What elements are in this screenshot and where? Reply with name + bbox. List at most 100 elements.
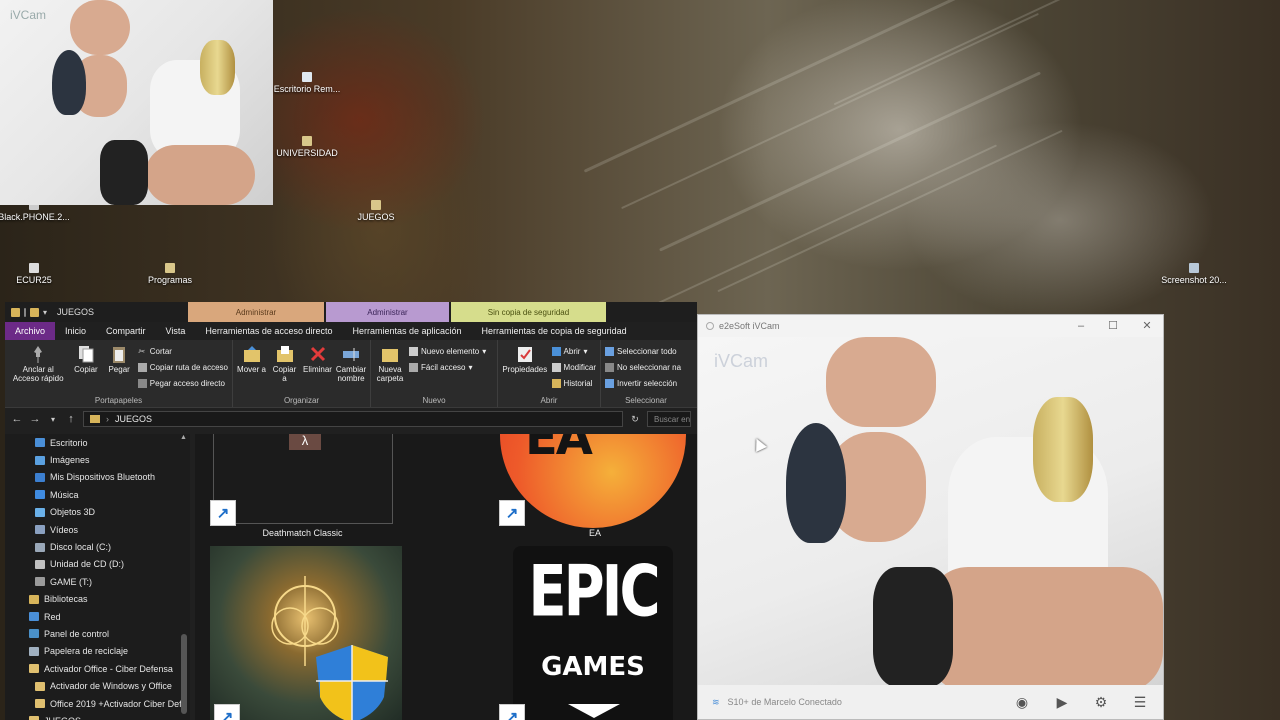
menu-icon[interactable]: ☰ [1131, 693, 1149, 711]
tile-ea[interactable]: EA ↗ EA [495, 434, 695, 540]
copy-path-button[interactable]: Copiar ruta de acceso [137, 360, 228, 374]
nav-item[interactable]: Disco local (C:) [5, 538, 190, 555]
tab-herramientas-copia[interactable]: Herramientas de copia de seguridad [472, 322, 637, 340]
nav-item-icon [29, 629, 39, 639]
delete-button[interactable]: Eliminar [303, 344, 332, 395]
nav-item-icon [29, 716, 39, 720]
nav-scrollbar[interactable]: ▲ [180, 434, 188, 720]
search-input[interactable]: Buscar en JUEGOS [647, 411, 691, 427]
minimize-button[interactable]: – [1066, 317, 1096, 335]
invert-selection-button[interactable]: Invertir selección [605, 376, 681, 390]
select-all-button[interactable]: Seleccionar todo [605, 344, 681, 358]
nav-item[interactable]: Imágenes [5, 451, 190, 468]
desktop-icon-programas[interactable]: Programas [128, 263, 212, 285]
scroll-thumb[interactable] [181, 634, 187, 714]
nav-item[interactable]: JUEGOS [5, 712, 190, 720]
tile-label: Deathmatch Classic [262, 528, 343, 538]
back-arrow-icon[interactable]: ← [11, 413, 23, 425]
forward-arrow-icon[interactable]: → [29, 413, 41, 425]
desktop-icon-ecur25[interactable]: ECUR25 [0, 263, 76, 285]
gear-icon[interactable]: ⚙ [1092, 693, 1110, 711]
tile-deathmatch-classic[interactable]: λ ↗ Deathmatch Classic [210, 434, 395, 540]
rename-icon [343, 348, 359, 361]
cut-button[interactable]: ✂ Cortar [138, 344, 228, 358]
properties-icon[interactable] [11, 307, 20, 317]
scissors-icon: ✂ [137, 346, 145, 356]
edit-button[interactable]: Modificar [551, 360, 596, 374]
tile-elden-ring[interactable]: ↗ [210, 546, 402, 720]
quick-access-toolbar: ▾ [5, 307, 51, 317]
nav-item[interactable]: Mis Dispositivos Bluetooth [5, 469, 190, 486]
recent-chevron-icon[interactable]: ▾ [47, 415, 59, 424]
nav-item-icon [35, 472, 45, 482]
close-button[interactable]: ✕ [1132, 317, 1162, 335]
folder-icon [302, 136, 312, 146]
nav-item-label: Bibliotecas [44, 594, 88, 605]
nav-item-label: Disco local (C:) [50, 542, 112, 553]
easy-access-button[interactable]: Fácil acceso ▾ [409, 360, 486, 374]
nav-item[interactable]: Vídeos [5, 521, 190, 538]
breadcrumb-juegos[interactable]: JUEGOS [115, 414, 152, 424]
new-folder-button[interactable]: Nueva carpeta [375, 344, 405, 395]
nav-item[interactable]: Activador de Windows y Office [5, 677, 190, 694]
paste-shortcut-icon [137, 378, 147, 388]
scroll-up-icon[interactable]: ▲ [180, 434, 187, 441]
maximize-button[interactable]: ☐ [1098, 317, 1128, 335]
context-tab-administrar-1[interactable]: Administrar [188, 302, 324, 322]
video-record-icon[interactable]: ▶ [1053, 693, 1071, 711]
move-to-button[interactable]: Mover a [237, 344, 266, 395]
nav-item-label: Papelera de reciclaje [44, 646, 129, 657]
tab-archivo[interactable]: Archivo [5, 322, 56, 340]
new-folder-icon[interactable] [30, 307, 39, 317]
nav-item[interactable]: Activador Office - Ciber Defensa [5, 660, 190, 677]
refresh-icon[interactable]: ↻ [629, 414, 641, 425]
content-pane: λ ↗ Deathmatch Classic EA ↗ EA ↗ EPIC GA… [195, 434, 697, 720]
tile-epic-games[interactable]: EPIC GAMES ↗ [495, 546, 695, 720]
context-tab-backup[interactable]: Sin copia de seguridad [451, 302, 606, 322]
new-folder-icon [382, 349, 398, 362]
desktop-icon-juegos[interactable]: JUEGOS [334, 200, 418, 222]
tab-herramientas-acceso[interactable]: Herramientas de acceso directo [195, 322, 342, 340]
nav-item[interactable]: Red [5, 608, 190, 625]
select-none-button[interactable]: No seleccionar na [605, 360, 681, 374]
camera-icon[interactable]: ◉ [1013, 693, 1031, 711]
tab-inicio[interactable]: Inicio [55, 322, 96, 340]
new-item-button[interactable]: Nuevo elemento ▾ [409, 344, 486, 358]
address-path[interactable]: › JUEGOS [83, 411, 623, 427]
desktop-icon-screenshot[interactable]: Screenshot 20... [1152, 263, 1236, 285]
tab-compartir[interactable]: Compartir [96, 322, 156, 340]
nav-item[interactable]: Panel de control [5, 625, 190, 642]
paste-button[interactable]: Pegar [105, 344, 134, 395]
history-button[interactable]: Historial [551, 376, 596, 390]
folder-icon[interactable] [24, 307, 26, 317]
rename-button[interactable]: Cambiar nombre [336, 344, 366, 395]
nav-item[interactable]: Papelera de reciclaje [5, 643, 190, 660]
context-tab-administrar-2[interactable]: Administrar [326, 302, 449, 322]
pin-quick-access-button[interactable]: Anclar al Acceso rápido [9, 344, 67, 395]
chevron-down-icon[interactable]: ▾ [43, 308, 51, 317]
paste-shortcut-button[interactable]: Pegar acceso directo [137, 376, 228, 390]
copy-button[interactable]: Copiar [71, 344, 100, 395]
camera-feed[interactable]: iVCam [698, 337, 1163, 687]
properties-button[interactable]: Propiedades [502, 344, 548, 395]
select-none-icon [605, 362, 614, 372]
open-button[interactable]: Abrir ▾ [551, 344, 596, 358]
desktop-icon-universidad[interactable]: UNIVERSIDAD [265, 136, 349, 158]
desktop-icon-remote[interactable]: Escritorio Rem... [265, 72, 349, 94]
nav-item-label: Activador Office - Ciber Defensa [44, 663, 173, 674]
nav-item[interactable]: Escritorio [5, 434, 190, 451]
select-all-icon [605, 346, 614, 356]
nav-item[interactable]: Bibliotecas [5, 591, 190, 608]
copy-to-button[interactable]: Copiar a [270, 344, 299, 395]
nav-item[interactable]: Unidad de CD (D:) [5, 556, 190, 573]
ivcam-watermark: iVCam [714, 351, 769, 371]
up-arrow-icon[interactable]: ↑ [65, 413, 77, 425]
nav-item[interactable]: Música [5, 486, 190, 503]
group-label: Portapapeles [94, 396, 143, 405]
nav-item[interactable]: Objetos 3D [5, 504, 190, 521]
clipboard-small-actions: ✂ Cortar Copiar ruta de acceso Pegar acce… [137, 344, 228, 395]
tab-vista[interactable]: Vista [156, 322, 196, 340]
nav-item[interactable]: Office 2019 +Activador Ciber Defe [5, 695, 190, 712]
nav-item[interactable]: GAME (T:) [5, 573, 190, 590]
tab-herramientas-aplicacion[interactable]: Herramientas de aplicación [342, 322, 471, 340]
